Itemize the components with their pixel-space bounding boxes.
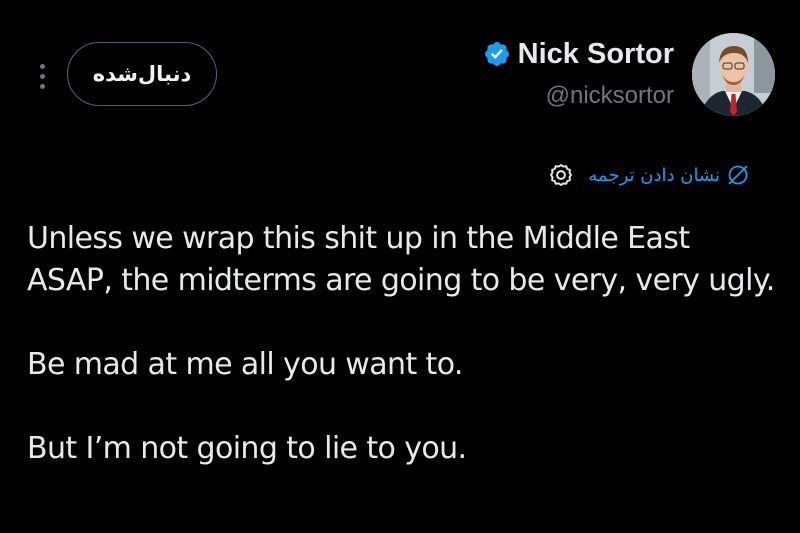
tweet-text: Unless we wrap this shit up in the Middl… — [27, 218, 777, 512]
avatar-image — [692, 33, 775, 116]
tweet-paragraph: Unless we wrap this shit up in the Middl… — [27, 221, 775, 298]
translate-row: نشان دادن ترجمه — [548, 157, 750, 193]
more-options-button[interactable] — [32, 58, 52, 94]
translate-icon — [728, 165, 748, 185]
show-translation-link[interactable]: نشان دادن ترجمه — [588, 163, 750, 187]
show-translation-label[interactable]: نشان دادن ترجمه — [588, 165, 720, 186]
more-dot — [39, 63, 45, 69]
gear-icon[interactable] — [548, 162, 574, 188]
avatar[interactable] — [692, 33, 775, 116]
author-name-row[interactable]: Nick Sortor — [483, 34, 674, 74]
tweet-header: دنبال‌شده Nick Sortor @nicksortor — [0, 0, 800, 140]
verified-badge-icon — [484, 42, 509, 66]
author-handle[interactable]: @nicksortor — [546, 82, 674, 110]
more-dot — [39, 83, 45, 89]
more-dot — [39, 73, 45, 79]
tweet-paragraph: Be mad at me all you want to. — [27, 347, 463, 382]
tweet-paragraph: But I’m not going to lie to you. — [27, 431, 467, 466]
author-display-name[interactable]: Nick Sortor — [518, 38, 674, 71]
following-button[interactable]: دنبال‌شده — [67, 42, 217, 106]
